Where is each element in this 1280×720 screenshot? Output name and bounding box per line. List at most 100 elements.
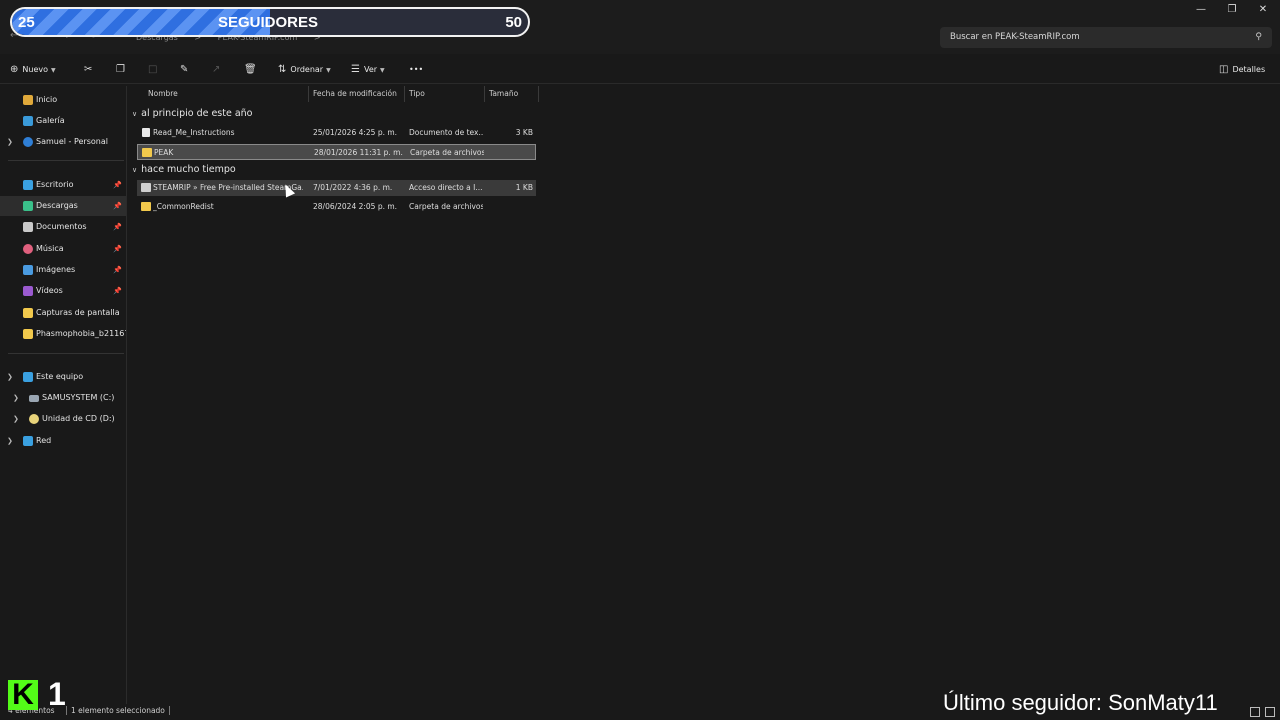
chevron-right-icon[interactable]: ❯	[13, 388, 19, 408]
sidebar-item-label: Imágenes	[36, 265, 76, 274]
sidebar-item-label: Phasmophobia_b2116775	[36, 329, 126, 338]
sidebar-item-label: Escritorio	[36, 180, 74, 189]
pin-icon[interactable]: 📌	[113, 196, 122, 216]
share-icon: ↗	[212, 64, 221, 75]
folder-icon	[23, 329, 33, 339]
sidebar-item-home[interactable]: Inicio	[0, 90, 126, 110]
trash-icon: 🗑	[244, 64, 257, 75]
new-button[interactable]: ⊕ Nuevo ▼	[10, 62, 56, 78]
sidebar-item-label: SAMUSYSTEM (C:)	[42, 393, 115, 402]
network-icon	[23, 436, 33, 446]
file-name: _CommonRedist	[153, 202, 214, 211]
folder-icon	[141, 202, 151, 211]
pin-icon[interactable]: 📌	[113, 217, 122, 237]
column-header-name[interactable]: Nombre	[144, 86, 309, 102]
file-row-hover[interactable]: STEAMRIP » Free Pre-installed SteamGa...…	[137, 180, 536, 196]
cloud-icon	[23, 137, 33, 147]
navigation-pane: Inicio Galería ❯ Samuel - Personal Escri…	[0, 86, 127, 704]
minimize-button[interactable]: —	[1186, 2, 1216, 18]
file-type: Documento de tex...	[409, 128, 483, 137]
chevron-down-icon[interactable]: ❯	[7, 367, 13, 387]
column-header-type[interactable]: Tipo	[405, 86, 485, 102]
cut-button[interactable]: ✂	[84, 62, 96, 78]
drive-icon	[29, 395, 39, 402]
chevron-down-icon: ▼	[326, 67, 331, 74]
sidebar-item-pictures[interactable]: Imágenes 📌	[0, 260, 126, 280]
chevron-right-icon[interactable]: ❯	[13, 409, 19, 429]
file-date: 28/01/2026 11:31 p. m.	[314, 148, 403, 157]
more-options-button[interactable]: •••	[409, 62, 423, 78]
group-label: hace mucho tiempo	[141, 164, 236, 175]
file-name: PEAK	[154, 148, 174, 157]
search-input[interactable]: Buscar en PEAK-SteamRIP.com ⚲	[940, 27, 1272, 48]
pin-icon[interactable]: 📌	[113, 260, 122, 280]
sidebar-item-label: Música	[36, 244, 64, 253]
file-row[interactable]: _CommonRedist 28/06/2024 2:05 p. m. Carp…	[137, 199, 536, 215]
chevron-right-icon[interactable]: ❯	[7, 431, 13, 451]
sidebar-item-onedrive[interactable]: ❯ Samuel - Personal	[0, 132, 126, 152]
plus-icon: ⊕	[10, 64, 19, 75]
selection-count: 1 elemento seleccionado	[66, 706, 170, 715]
music-icon	[23, 244, 33, 254]
copy-icon: ❐	[116, 64, 125, 75]
details-view-icon[interactable]	[1250, 707, 1260, 717]
chevron-right-icon[interactable]: ❯	[7, 132, 13, 152]
sidebar-item-label: Descargas	[36, 201, 78, 210]
sidebar-item-music[interactable]: Música 📌	[0, 239, 126, 259]
sidebar-item-phasmophobia[interactable]: Phasmophobia_b2116775	[0, 324, 126, 344]
pin-icon[interactable]: 📌	[113, 239, 122, 259]
sort-icon: ⇅	[278, 64, 287, 75]
file-type: Carpeta de archivos	[410, 148, 484, 157]
sort-button[interactable]: ⇅ Ordenar ▼	[278, 62, 331, 78]
kick-logo-letter: K	[12, 678, 34, 711]
sidebar-item-desktop[interactable]: Escritorio 📌	[0, 175, 126, 195]
last-follower-text: Último seguidor: SonMaty11	[943, 690, 1218, 715]
pin-icon[interactable]: 📌	[113, 175, 122, 195]
share-button[interactable]: ↗	[212, 62, 224, 78]
sidebar-item-this-pc[interactable]: ❯ Este equipo	[0, 367, 126, 387]
kick-counter: 1	[48, 676, 66, 712]
search-icon: ⚲	[1255, 32, 1262, 42]
sidebar-item-network[interactable]: ❯ Red	[0, 431, 126, 451]
sidebar-item-label: Documentos	[36, 222, 87, 231]
goal-target: 50	[505, 14, 522, 31]
sidebar-item-label: Galería	[36, 116, 65, 125]
file-row-selected[interactable]: PEAK 28/01/2026 11:31 p. m. Carpeta de a…	[137, 144, 536, 160]
sidebar-item-drive-c[interactable]: ❯ SAMUSYSTEM (C:)	[0, 388, 126, 408]
sidebar-item-downloads[interactable]: Descargas 📌	[0, 196, 126, 216]
pin-icon[interactable]: 📌	[113, 281, 122, 301]
rename-button[interactable]: ✎	[180, 62, 192, 78]
copy-button[interactable]: ❐	[116, 62, 129, 78]
sidebar-item-videos[interactable]: Vídeos 📌	[0, 281, 126, 301]
paste-button[interactable]: □	[148, 62, 161, 78]
folder-icon	[142, 148, 152, 157]
group-header[interactable]: ∨ hace mucho tiempo	[132, 161, 236, 179]
sidebar-item-gallery[interactable]: Galería	[0, 111, 126, 131]
sidebar-item-screenshots[interactable]: Capturas de pantalla	[0, 303, 126, 323]
file-row[interactable]: Read_Me_Instructions 25/01/2026 4:25 p. …	[137, 125, 536, 141]
view-button[interactable]: ☰ Ver ▼	[351, 62, 385, 78]
maximize-button[interactable]: ❐	[1217, 2, 1247, 18]
sidebar-item-drive-d[interactable]: ❯ Unidad de CD (D:)	[0, 409, 126, 429]
details-button[interactable]: ◫ Detalles	[1219, 62, 1265, 78]
file-size: 1 KB	[515, 183, 533, 192]
kick-logo: K	[8, 680, 38, 710]
file-name: STEAMRIP » Free Pre-installed SteamGa...	[153, 183, 303, 192]
close-button[interactable]: ✕	[1248, 2, 1278, 18]
computer-icon	[23, 372, 33, 382]
delete-button[interactable]: 🗑	[244, 62, 261, 78]
sidebar-item-label: Samuel - Personal	[36, 137, 108, 146]
command-bar: ⊕ Nuevo ▼ ✂ ❐ □ ✎ ↗ 🗑 ⇅ Ordenar ▼ ☰ Ver ▼ ••• …	[0, 56, 1280, 84]
file-list: Nombre Fecha de modificación Tipo Tamaño…	[128, 86, 1280, 704]
column-header-size[interactable]: Tamaño	[485, 86, 539, 102]
sidebar-divider	[8, 353, 124, 354]
follower-goal-bar: 25 SEGUIDORES 50	[10, 7, 530, 37]
cd-icon	[29, 414, 39, 424]
sidebar-item-label: Inicio	[36, 95, 58, 104]
sidebar-item-documents[interactable]: Documentos 📌	[0, 217, 126, 237]
group-header[interactable]: ∨ al principio de este año	[132, 105, 253, 123]
document-icon	[23, 222, 33, 232]
column-header-date[interactable]: Fecha de modificación	[309, 86, 405, 102]
tiles-view-icon[interactable]	[1265, 707, 1275, 717]
details-pane-icon: ◫	[1219, 64, 1229, 75]
